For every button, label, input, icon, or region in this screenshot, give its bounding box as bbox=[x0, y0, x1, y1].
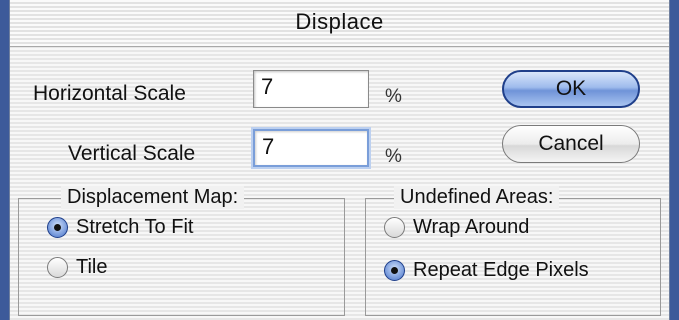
window-edge-right bbox=[669, 0, 679, 320]
undefined-areas-legend: Undefined Areas: bbox=[394, 186, 560, 209]
repeat-edge-pixels-label: Repeat Edge Pixels bbox=[413, 259, 589, 281]
undefined-areas-group: Undefined Areas: Wrap Around Repeat Edge… bbox=[365, 186, 661, 316]
dialog-title: Displace bbox=[295, 9, 384, 34]
horizontal-scale-input[interactable]: 7 bbox=[253, 70, 369, 108]
wrap-around-option[interactable]: Wrap Around bbox=[384, 216, 529, 239]
vertical-scale-unit: % bbox=[385, 146, 402, 167]
radio-selected-icon[interactable] bbox=[384, 260, 405, 281]
tile-label: Tile bbox=[76, 256, 108, 278]
title-bar[interactable]: Displace bbox=[10, 0, 669, 47]
radio-unselected-icon[interactable] bbox=[47, 257, 68, 278]
repeat-edge-pixels-option[interactable]: Repeat Edge Pixels bbox=[384, 259, 589, 282]
tile-option[interactable]: Tile bbox=[47, 256, 107, 279]
stretch-to-fit-label: Stretch To Fit bbox=[76, 216, 194, 238]
wrap-around-label: Wrap Around bbox=[413, 216, 530, 238]
displacement-map-legend: Displacement Map: bbox=[61, 186, 245, 209]
horizontal-scale-label: Horizontal Scale bbox=[33, 82, 186, 105]
displacement-map-group: Displacement Map: Stretch To Fit Tile bbox=[18, 186, 345, 316]
stretch-to-fit-option[interactable]: Stretch To Fit bbox=[47, 216, 193, 239]
cancel-button[interactable]: Cancel bbox=[502, 125, 640, 163]
radio-selected-icon[interactable] bbox=[47, 217, 68, 238]
window-edge-left bbox=[0, 0, 10, 320]
ok-button[interactable]: OK bbox=[502, 70, 640, 108]
vertical-scale-input[interactable]: 7 bbox=[253, 129, 369, 167]
vertical-scale-label: Vertical Scale bbox=[68, 142, 196, 165]
radio-unselected-icon[interactable] bbox=[384, 217, 405, 238]
horizontal-scale-unit: % bbox=[385, 86, 402, 107]
